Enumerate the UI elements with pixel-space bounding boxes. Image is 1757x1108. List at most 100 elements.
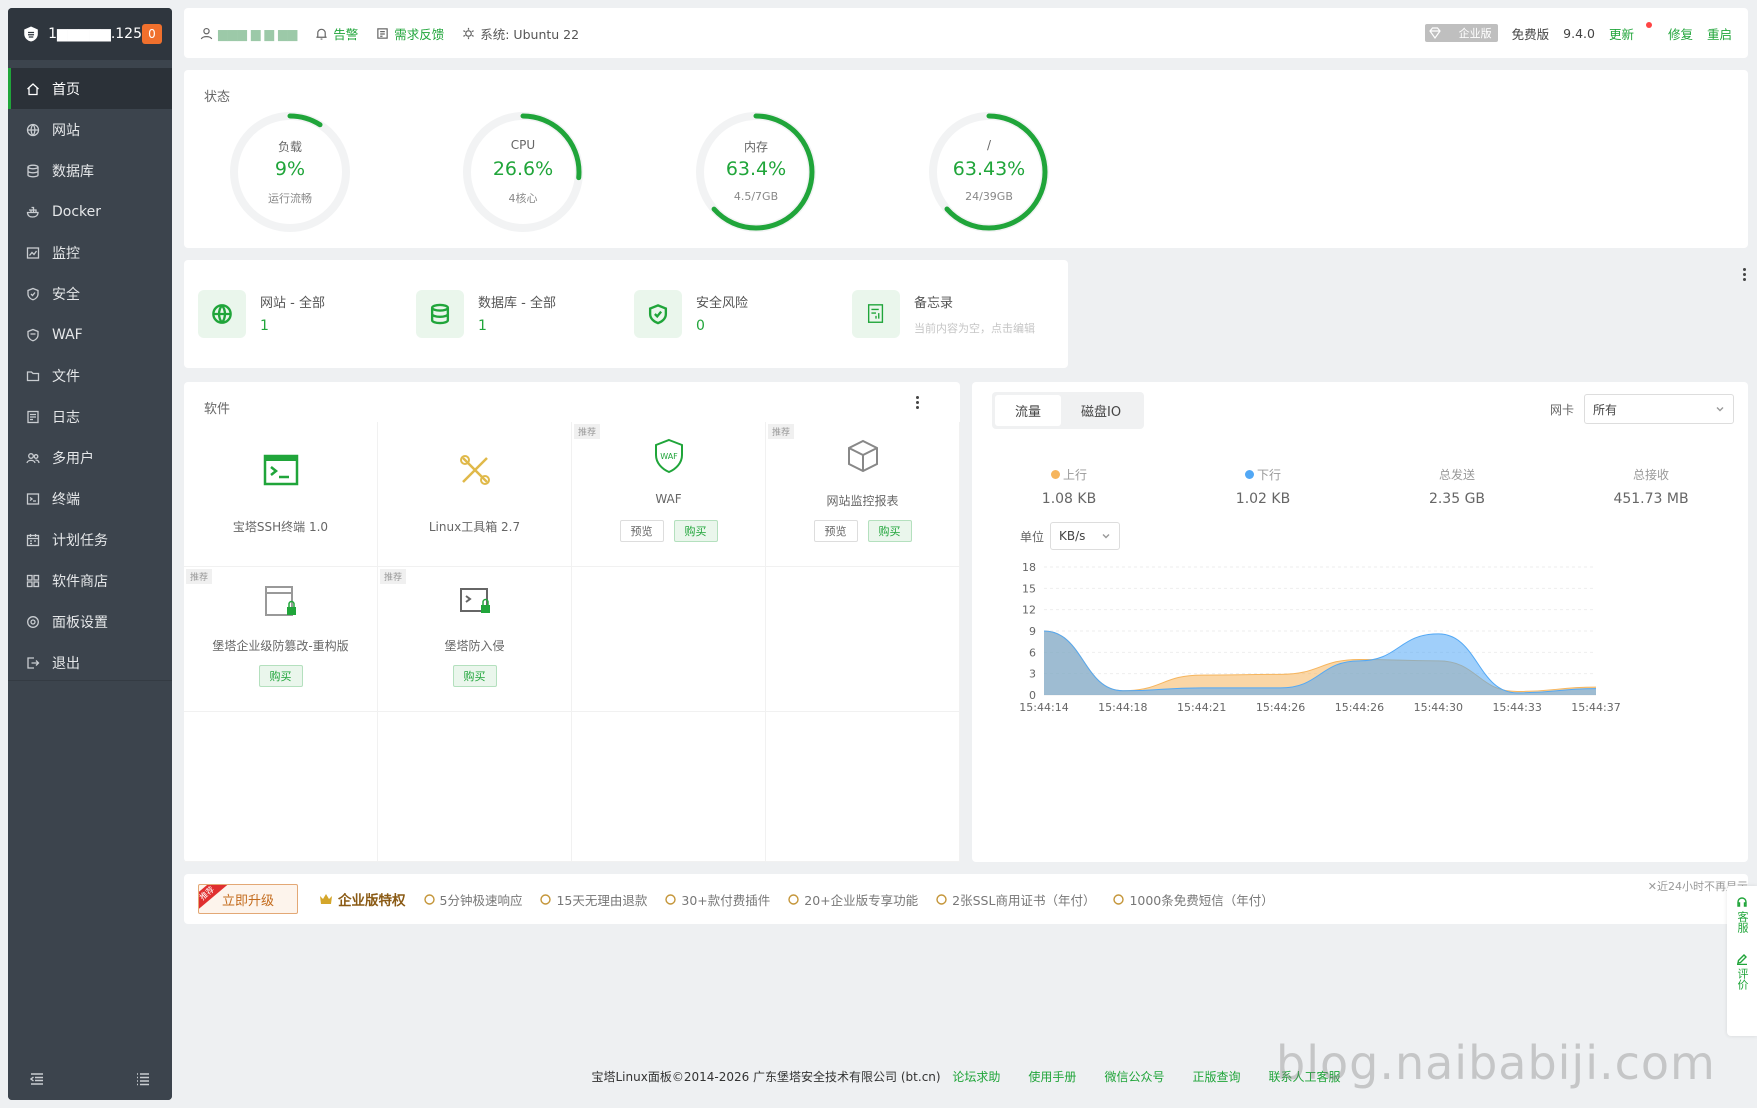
download-stat: 下行 1.02 KB [1166, 466, 1360, 507]
sidebar-item-9[interactable]: 多用户 [8, 437, 172, 478]
sidebar-item-6[interactable]: WAF [8, 314, 172, 355]
stat-title: 数据库 - 全部 [478, 296, 556, 311]
customer-service-button[interactable]: 客服 [1734, 896, 1750, 933]
tamper-proof-icon [184, 581, 377, 625]
sidebar-item-3[interactable]: Docker [8, 191, 172, 232]
stat-card-1[interactable]: 数据库 - 全部 1 [402, 260, 632, 368]
collapse-menu-icon[interactable] [30, 1072, 44, 1086]
sidebar-item-13[interactable]: 面板设置 [8, 601, 172, 642]
tab-disk-io[interactable]: 磁盘IO [1061, 395, 1141, 426]
enterprise-badge[interactable]: 企业版 [1424, 24, 1498, 42]
sidebar-item-2[interactable]: 数据库 [8, 150, 172, 191]
gauge-3[interactable]: / 63.43% 24/39GB [927, 110, 1051, 234]
stats-more-icon[interactable] [1743, 268, 1747, 281]
stat-title: 安全风险 [696, 296, 749, 311]
memo-hint: 当前内容为空，点击编辑 [914, 322, 1035, 335]
software-name: 宝塔SSH终端 1.0 [232, 520, 329, 534]
watermark-text: blog.naibabiji.com [1276, 1036, 1716, 1090]
upgrade-button[interactable]: 推荐 立即升级 [198, 884, 298, 914]
tab-traffic[interactable]: 流量 [995, 395, 1062, 426]
grid-icon [26, 574, 40, 588]
stat-value[interactable]: 1 [260, 318, 269, 334]
preview-button[interactable]: 预览 [813, 520, 858, 542]
server-header: 1▆▆▆▆▆.125 0 [8, 8, 172, 60]
restart-link[interactable]: 重启 [1707, 24, 1732, 43]
system-info: 系统: Ubuntu 22 [462, 24, 579, 43]
software-item[interactable]: 推荐 网站监控报表 预览 购买 [766, 422, 960, 567]
sidebar-item-8[interactable]: 日志 [8, 396, 172, 437]
sidebar-item-4[interactable]: 监控 [8, 232, 172, 273]
stat-card-0[interactable]: 网站 - 全部 1 [184, 260, 414, 368]
software-empty-cell [184, 712, 378, 862]
software-item[interactable]: 推荐 堡塔企业级防篡改-重构版 购买 [184, 567, 378, 712]
sidebar-item-12[interactable]: 软件商店 [8, 560, 172, 601]
software-item[interactable]: 宝塔SSH终端 1.0 [184, 422, 378, 567]
stat-value[interactable]: 1 [478, 318, 487, 334]
unit-select[interactable]: KB/s [1050, 522, 1121, 550]
sidebar-item-14[interactable]: 退出 [8, 642, 172, 683]
gauge-2[interactable]: 内存 63.4% 4.5/7GB [694, 110, 818, 234]
enterprise-privilege-label: 企业版特权 [338, 893, 406, 909]
stat-value[interactable]: 0 [696, 318, 705, 334]
footer-link[interactable]: 正版查询 [1192, 1070, 1240, 1084]
sidebar-item-label: 文件 [52, 368, 80, 385]
sidebar-item-label: 终端 [52, 491, 80, 508]
promo-item: 30+款付费插件 [665, 890, 770, 909]
sidebar-item-11[interactable]: 计划任务 [8, 519, 172, 560]
repair-link[interactable]: 修复 [1668, 24, 1693, 43]
user-info[interactable]: ▆▆▆ ▆ ▆ ▆▆ [200, 26, 297, 41]
sidebar-item-5[interactable]: 安全 [8, 273, 172, 314]
footer-link[interactable]: 微信公众号 [1104, 1070, 1164, 1084]
footer-link[interactable]: 论坛求助 [952, 1070, 1000, 1084]
globe-icon [198, 290, 246, 338]
sidebar-item-10[interactable]: 终端 [8, 478, 172, 519]
sidebar-item-label: 计划任务 [52, 532, 108, 549]
terminal-icon [26, 492, 40, 506]
stat-card-3[interactable]: 备忘录当前内容为空，点击编辑 [838, 260, 1068, 368]
unit-value: KB/s [1059, 529, 1086, 543]
sidebar-item-0[interactable]: 首页 [8, 68, 172, 109]
list-menu-icon[interactable] [136, 1072, 150, 1086]
gauge-sub: 4核心 [508, 192, 538, 205]
buy-button[interactable]: 购买 [258, 665, 303, 687]
feedback-link[interactable]: 需求反馈 [376, 24, 444, 43]
waf-shield-icon [26, 328, 40, 342]
gauge-1[interactable]: CPU 26.6% 4核心 [461, 110, 585, 234]
download-dot [1244, 470, 1254, 479]
stat-title: 备忘录 [914, 296, 954, 311]
alert-count-badge[interactable]: 0 [142, 24, 162, 44]
promo-bar: 推荐 立即升级 企业版特权 5分钟极速响应 15天无理由退款 30+款付费插件 20+… [184, 874, 1748, 924]
sidebar-item-label: 退出 [52, 655, 80, 672]
topbar-actions: 企业版 免费版 9.4.0 更新 修复 重启 [1424, 22, 1732, 43]
sidebar-item-7[interactable]: 文件 [8, 355, 172, 396]
series-area-1 [1044, 631, 1596, 695]
preview-button[interactable]: 预览 [619, 520, 664, 542]
copyright-text: 宝塔Linux面板©2014-2026 广东堡塔安全技术有限公司 (bt.cn) [591, 1070, 941, 1084]
toolbox-icon [378, 450, 571, 494]
download-label: 下行 [1256, 468, 1281, 482]
feedback-label: 需求反馈 [394, 26, 445, 42]
review-button[interactable]: 评价 [1734, 953, 1750, 990]
unit-label: 单位 [1020, 529, 1045, 544]
software-more-icon[interactable] [916, 396, 920, 409]
gauge-label: CPU [510, 138, 536, 152]
buy-button[interactable]: 购买 [867, 520, 912, 542]
gauge-value: 26.6% [492, 158, 554, 180]
promo-icon [1113, 893, 1125, 905]
software-item[interactable]: 推荐 堡塔防入侵 购买 [378, 567, 572, 712]
footer-link[interactable]: 使用手册 [1028, 1070, 1076, 1084]
buy-button[interactable]: 购买 [452, 665, 497, 687]
update-link[interactable]: 更新 [1609, 24, 1634, 43]
database-icon [416, 290, 464, 338]
buy-button[interactable]: 购买 [673, 520, 718, 542]
sidebar-item-1[interactable]: 网站 [8, 109, 172, 150]
software-item[interactable]: Linux工具箱 2.7 [378, 422, 572, 567]
alarm-link[interactable]: 告警 [315, 24, 358, 43]
total-sent-stat: 总发送 2.35 GB [1360, 466, 1554, 507]
stat-card-2[interactable]: 安全风险 0 [620, 260, 850, 368]
promo-item: 15天无理由退款 [540, 890, 647, 909]
gauge-label: / [986, 138, 992, 152]
nic-select[interactable]: 所有 [1584, 394, 1734, 424]
software-item[interactable]: 推荐 WAF WAF 预览 购买 [572, 422, 766, 567]
gauge-0[interactable]: 负载 9% 运行流畅 [228, 110, 352, 234]
